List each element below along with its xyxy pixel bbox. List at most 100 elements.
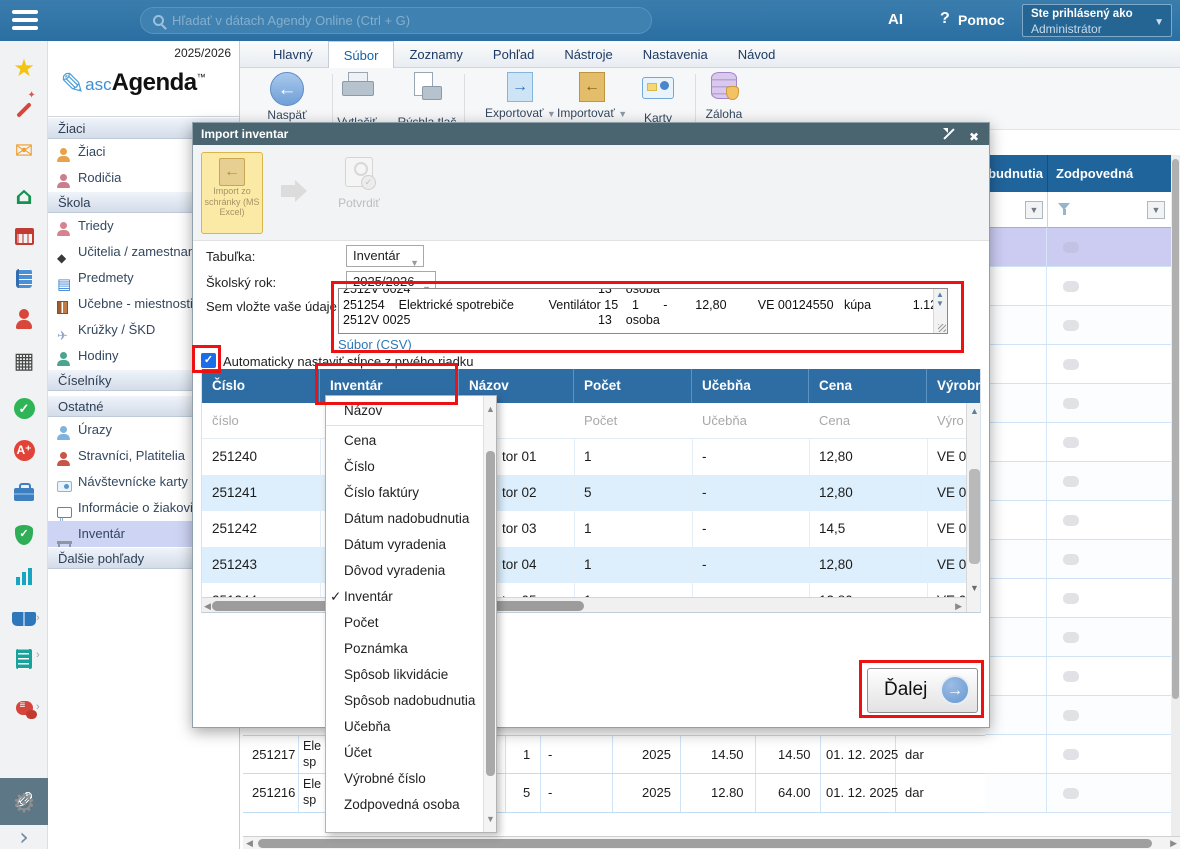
bg-row[interactable] (985, 579, 1171, 618)
vertical-scrollbar[interactable] (1171, 155, 1180, 836)
scroll-left-icon[interactable]: ◀ (246, 838, 253, 849)
filter-dropdown-icon[interactable]: ▼ (1025, 201, 1043, 219)
bg-row[interactable] (985, 423, 1171, 462)
magic-wand-icon[interactable] (0, 101, 48, 124)
scrollbar-thumb[interactable] (486, 451, 495, 776)
library-book-icon[interactable]: › (0, 612, 48, 631)
tab-subor[interactable]: Súbor (328, 41, 395, 68)
person-icon[interactable] (0, 309, 48, 334)
scrollbar-thumb[interactable] (969, 469, 980, 564)
table-row[interactable]: 251241 tor 02 5 - 12,80 VE 0 (202, 475, 981, 511)
search-input[interactable] (172, 13, 612, 28)
bg-row[interactable] (985, 501, 1171, 540)
quick-print-button[interactable]: Rýchla tlač (392, 72, 462, 129)
tab-nastroje[interactable]: Nástroje (549, 41, 627, 68)
print-button[interactable]: Vytlačiť (322, 72, 392, 129)
import-button[interactable]: ← Importovať ▼ (557, 72, 627, 120)
ai-button[interactable]: AI (888, 11, 903, 28)
scroll-down-icon[interactable]: ▼ (970, 583, 979, 593)
bg-row[interactable] (985, 540, 1171, 579)
back-button[interactable]: ← Naspäť (252, 72, 322, 122)
dropdown-item[interactable]: Zodpovedná osoba (326, 792, 496, 818)
scroll-right-icon[interactable]: ▶ (1170, 838, 1177, 849)
user-menu[interactable]: Ste prihlásený ako Administrátor ▼ (1022, 4, 1172, 37)
table-horizontal-scrollbar[interactable]: ◀ ▶ (202, 597, 966, 613)
column-header-cislo[interactable]: Číslo (202, 369, 320, 403)
table-row[interactable]: 251242 tor 03 1 - 14,5 VE 0 (202, 511, 981, 547)
dropdown-item[interactable]: Číslo faktúry (326, 480, 496, 506)
scrollbar-thumb[interactable] (258, 839, 1152, 848)
column-header-cena[interactable]: Cena (809, 369, 927, 403)
cards-button[interactable]: Karty (623, 72, 693, 125)
maximize-icon[interactable] (943, 128, 955, 140)
scroll-up-icon[interactable]: ▲ (970, 406, 979, 416)
dropdown-item[interactable]: Spôsob nadobudnutia (326, 688, 496, 714)
dropdown-item[interactable]: Dátum nadobudnutia (326, 506, 496, 532)
bg-column-header-zodpovedna-osoba[interactable]: Zodpovedná osoba (1048, 155, 1171, 192)
notebook-icon[interactable] (0, 269, 48, 293)
tab-pohlad[interactable]: Pohľad (478, 41, 549, 68)
bg-filter-zodpovedna[interactable]: ▼ (1048, 192, 1171, 228)
settings-gear-icon[interactable]: ⚙ (0, 789, 48, 819)
dropdown-item[interactable]: Číslo (326, 454, 496, 480)
bg-row[interactable] (985, 462, 1171, 501)
tab-zoznamy[interactable]: Zoznamy (394, 41, 477, 68)
filter-dropdown-icon[interactable]: ▼ (1147, 201, 1165, 219)
bg-filter-datum[interactable]: ▼ (985, 192, 1048, 228)
bg-row[interactable] (985, 696, 1171, 735)
table-filter-row[interactable]: číslo Počet Učebňa Cena Výro (202, 403, 981, 439)
scroll-left-icon[interactable]: ◀ (204, 601, 211, 612)
bg-row-selected[interactable] (985, 228, 1171, 267)
bg-row[interactable] (985, 618, 1171, 657)
table-row[interactable]: 251240 tor 01 1 - 12,80 VE 0 (202, 439, 981, 475)
column-header-ucebna[interactable]: Učebňa (692, 369, 809, 403)
expand-chevron-icon[interactable]: › (0, 823, 48, 849)
chat-bubbles-icon[interactable]: › (0, 701, 48, 720)
tab-navod[interactable]: Návod (723, 41, 791, 68)
bar-chart-icon[interactable] (0, 567, 48, 590)
table-vertical-scrollbar[interactable]: ▲ ▼ (966, 403, 981, 613)
import-from-clipboard-button[interactable]: ← Import zo schránky (MS Excel) (201, 152, 263, 234)
dropdown-item[interactable]: Počet (326, 610, 496, 636)
dropdown-scrollbar[interactable]: ▲ ▼ (483, 396, 496, 832)
scroll-right-icon[interactable]: ▶ (955, 601, 962, 612)
export-button[interactable]: → Exportovať ▼ (485, 72, 555, 120)
scrollbar-thumb[interactable] (1172, 159, 1179, 699)
tab-hlavny[interactable]: Hlavný (258, 41, 328, 68)
backup-button[interactable]: Záloha (689, 72, 759, 121)
dropdown-item[interactable]: Dátum vyradenia (326, 532, 496, 558)
calendar-clock-icon[interactable]: ▦ (0, 349, 48, 374)
dialog-titlebar[interactable]: Import inventar ✖ (193, 123, 989, 145)
tab-nastavenia[interactable]: Nastavenia (628, 41, 723, 68)
dropdown-item[interactable]: Dôvod vyradenia (326, 558, 496, 584)
scroll-down-icon[interactable]: ▼ (486, 814, 495, 824)
bg-row[interactable] (985, 657, 1171, 696)
bg-row[interactable] (985, 345, 1171, 384)
bg-row[interactable] (985, 384, 1171, 423)
table-row[interactable]: 251243 tor 04 1 - 12,80 VE 0 (202, 547, 981, 583)
hamburger-menu-icon[interactable] (12, 10, 38, 34)
help-icon[interactable]: ? (940, 10, 950, 28)
dropdown-item[interactable]: Poznámka (326, 636, 496, 662)
help-button[interactable]: Pomoc (958, 12, 1005, 28)
dropdown-item-checked[interactable]: ✓Inventár (326, 584, 496, 610)
dropdown-item[interactable]: Spôsob likvidácie (326, 662, 496, 688)
bg-row[interactable] (985, 774, 1171, 813)
dropdown-item[interactable]: Učebňa (326, 714, 496, 740)
grades-a-plus-icon[interactable]: A⁺ (0, 440, 48, 461)
shield-check-icon[interactable]: ✓ (0, 524, 48, 545)
bg-column-header-datum-nadobudnutia[interactable]: dobudnutia (985, 155, 1048, 192)
confirm-button-disabled[interactable]: Potvrdiť (329, 157, 389, 210)
check-circle-icon[interactable]: ✓ (0, 398, 48, 419)
scroll-up-icon[interactable]: ▲ (486, 404, 495, 414)
documents-icon[interactable]: › (0, 649, 48, 674)
mail-envelope-icon[interactable]: ✉ (0, 139, 48, 164)
horizontal-scrollbar[interactable]: ◀ ▶ (243, 836, 1180, 849)
bg-row[interactable] (985, 735, 1171, 774)
column-header-vyrobne[interactable]: Výrobn (927, 369, 981, 403)
dropdown-item[interactable]: Výrobné číslo (326, 766, 496, 792)
favorites-star-icon[interactable]: ★ (0, 54, 48, 82)
home-icon[interactable]: ⌂ (0, 182, 48, 210)
column-header-pocet[interactable]: Počet (574, 369, 692, 403)
bg-row[interactable] (985, 267, 1171, 306)
